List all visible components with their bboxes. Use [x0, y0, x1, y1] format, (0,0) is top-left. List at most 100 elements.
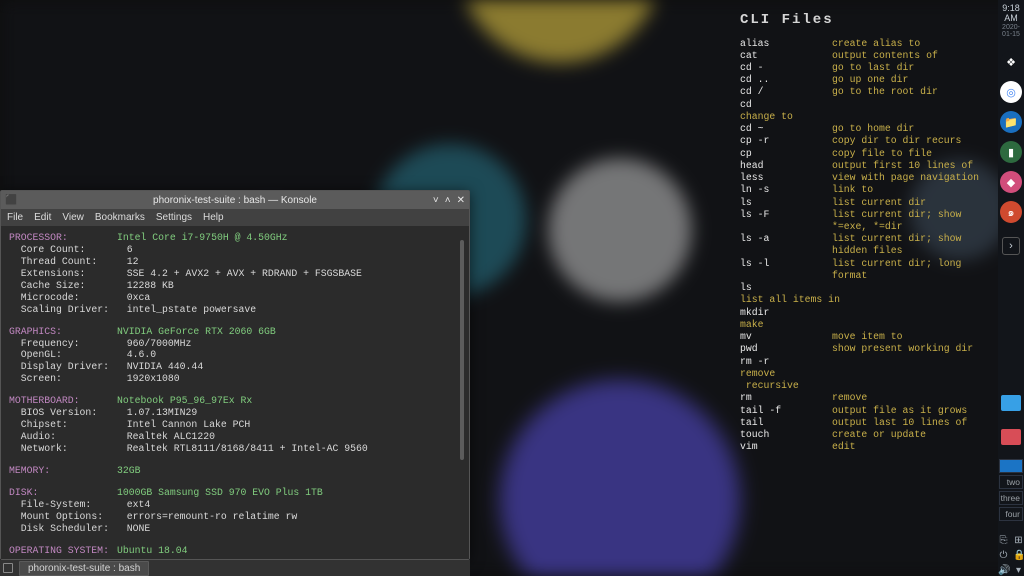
cli-description: move item to: [832, 331, 903, 343]
workspace-pager[interactable]: [999, 459, 1023, 473]
scrollbar-thumb[interactable]: [460, 240, 464, 460]
system-tray-icon[interactable]: ⊞: [1013, 535, 1024, 546]
window-minimize-button[interactable]: ˅: [433, 195, 439, 206]
system-tray-icon[interactable]: 🔊: [998, 565, 1009, 576]
sysinfo-row: Display Driver:NVIDIA 440.44: [9, 361, 411, 373]
chrome-icon[interactable]: ◎: [1000, 81, 1022, 103]
cli-row: cat output contents of: [740, 50, 994, 62]
cli-description: output file as it grows: [832, 405, 967, 417]
cli-row: ls -alist current dir; show hidden files: [740, 233, 994, 257]
cli-description: create or update: [832, 429, 926, 441]
cli-command: cp: [740, 148, 828, 160]
cli-description: output last 10 lines of: [832, 417, 967, 429]
menu-item-bookmarks[interactable]: Bookmarks: [95, 212, 145, 223]
terminal-window[interactable]: ⬛ phoronix-test-suite : bash — Konsole ˅…: [0, 190, 470, 560]
cli-description: show present working dir: [832, 343, 973, 355]
cli-row: cd change to: [740, 99, 994, 123]
system-panel[interactable]: 9:18 AM 2020-01-15 ❖ ◎ 📁 ▮ ◆ ๑ › two three four…: [998, 0, 1024, 576]
cli-description: go to the root dir: [832, 86, 938, 98]
sysinfo-row: Frequency:960/7000MHz: [9, 338, 411, 350]
sysinfo-row: Audio:Realtek ALC1220: [9, 431, 411, 443]
cli-command: cd ~: [740, 123, 828, 135]
terminal-output[interactable]: PROCESSOR:Intel Core i7-9750H @ 4.50GHz …: [1, 226, 469, 559]
panel-expand-button[interactable]: ›: [1002, 237, 1020, 255]
files-icon[interactable]: 📁: [1000, 111, 1022, 133]
cli-command: alias: [740, 38, 828, 50]
menu-item-settings[interactable]: Settings: [156, 212, 192, 223]
workspace-pager[interactable]: two: [999, 475, 1023, 489]
window-maximize-button[interactable]: ˄: [445, 195, 451, 206]
cli-command: ls -l: [740, 258, 828, 282]
sysinfo-row: Network:Realtek RTL8111/8168/8411 + Inte…: [9, 443, 411, 455]
cli-command: pwd: [740, 343, 828, 355]
cli-command: rm: [740, 392, 828, 404]
workspace-pager[interactable]: four: [999, 507, 1023, 521]
monitor-icon[interactable]: ▮: [1000, 141, 1022, 163]
cli-command: ls list all items in: [740, 282, 846, 306]
cli-description: list all items in: [740, 294, 846, 305]
menu-item-file[interactable]: File: [7, 212, 23, 223]
taskbar[interactable]: phoronix-test-suite : bash: [0, 560, 470, 576]
window-close-button[interactable]: ✕: [457, 195, 465, 206]
cli-row: cp -r copy dir to dir recurs: [740, 135, 994, 147]
taskbar-task-button[interactable]: phoronix-test-suite : bash: [19, 561, 149, 576]
cli-row: ls -Flist current dir; show *=exe, *=dir: [740, 209, 994, 233]
menu-item-help[interactable]: Help: [203, 212, 224, 223]
swirl-icon[interactable]: ๑: [1000, 201, 1022, 223]
cli-description: output contents of: [832, 50, 938, 62]
workspace-pager[interactable]: three: [999, 491, 1023, 505]
sysinfo-row: Disk Scheduler:NONE: [9, 523, 411, 535]
sysinfo-row: OpenGL:4.6.0: [9, 349, 411, 361]
system-tray-icon[interactable]: ▾: [1013, 565, 1024, 576]
cli-row: cd / go to the root dir: [740, 86, 994, 98]
cli-row: rm -r remove recursive: [740, 356, 994, 393]
cli-description: edit: [832, 441, 856, 453]
cli-command: cd -: [740, 62, 828, 74]
sysinfo-row: File-System:ext4: [9, 499, 411, 511]
cli-row: alias create alias to: [740, 38, 994, 50]
cli-cheatsheet-widget: CLI Files alias create alias to cat outp…: [740, 12, 994, 453]
menu-item-edit[interactable]: Edit: [34, 212, 51, 223]
cli-row: cd - go to last dir: [740, 62, 994, 74]
cli-row: mkdir make: [740, 307, 994, 331]
sysinfo-section: OPERATING SYSTEM:Ubuntu 18.04: [9, 545, 411, 557]
cli-command: rm -r remove recursive: [740, 356, 828, 393]
cli-description: view with page navigation: [832, 172, 979, 184]
taskbar-launcher-icon[interactable]: [3, 563, 13, 573]
sysinfo-row: Cache Size:12288 KB: [9, 280, 411, 292]
sysinfo-row: Screen:1920x1080: [9, 373, 411, 385]
terminal-menubar[interactable]: File Edit View Bookmarks Settings Help: [1, 209, 469, 226]
system-tray-icon[interactable]: ⎘: [998, 535, 1009, 546]
cli-command: cd /: [740, 86, 828, 98]
cli-command: ls -a: [740, 233, 828, 257]
sysinfo-row: Core Count:6: [9, 244, 411, 256]
system-tray-icon[interactable]: ⏻: [998, 550, 1009, 561]
cli-row: cd ..go up one dir: [740, 74, 994, 86]
cli-command: vim: [740, 441, 828, 453]
terminal-titlebar[interactable]: ⬛ phoronix-test-suite : bash — Konsole ˅…: [1, 191, 469, 209]
cli-description: list current dir: [832, 197, 926, 209]
menu-icon[interactable]: ❖: [1000, 51, 1022, 73]
cli-row: mv move item to: [740, 331, 994, 343]
cli-command: ln -s: [740, 184, 828, 196]
sysinfo-row: BIOS Version:1.07.13MIN29: [9, 407, 411, 419]
cli-command: touch: [740, 429, 828, 441]
sysinfo-section: GRAPHICS:NVIDIA GeForce RTX 2060 6GB: [9, 326, 411, 338]
panel-clock[interactable]: 9:18 AM 2020-01-15: [998, 4, 1024, 39]
desktop-folder-icon[interactable]: [1001, 429, 1021, 445]
cli-description: copy dir to dir recurs: [832, 135, 961, 147]
sysinfo-row: Microcode:0xca: [9, 292, 411, 304]
cli-description: remove recursive: [740, 368, 828, 392]
cli-command: cd change to: [740, 99, 828, 123]
cli-command: head: [740, 160, 828, 172]
sysinfo-row: Extensions:SSE 4.2 + AVX2 + AVX + RDRAND…: [9, 268, 411, 280]
cli-row: rm remove: [740, 392, 994, 404]
desktop-folder-icon[interactable]: [1001, 395, 1021, 411]
cli-description: go to last dir: [832, 62, 914, 74]
cli-description: go to home dir: [832, 123, 914, 135]
menu-item-view[interactable]: View: [62, 212, 84, 223]
terminal-title: phoronix-test-suite : bash — Konsole: [153, 195, 317, 206]
cli-row: tail -f output file as it grows: [740, 405, 994, 417]
cube-icon[interactable]: ◆: [1000, 171, 1022, 193]
system-tray-icon[interactable]: 🔒: [1013, 550, 1024, 561]
